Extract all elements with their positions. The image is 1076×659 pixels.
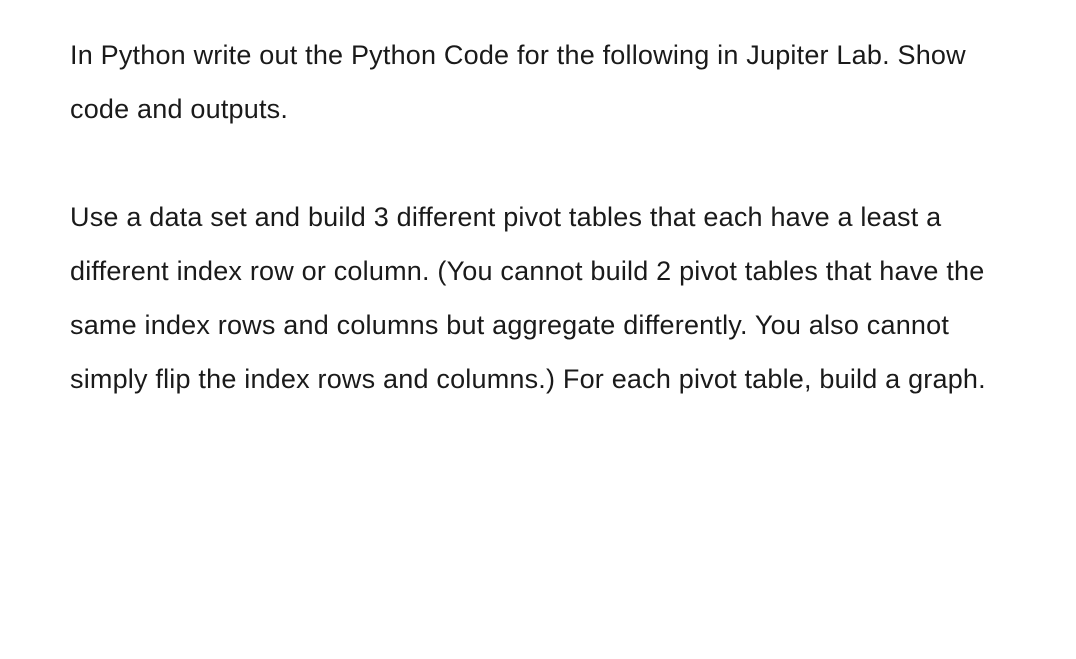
instruction-paragraph-2: Use a data set and build 3 different piv… (70, 190, 1006, 406)
instruction-paragraph-1: In Python write out the Python Code for … (70, 28, 1006, 136)
